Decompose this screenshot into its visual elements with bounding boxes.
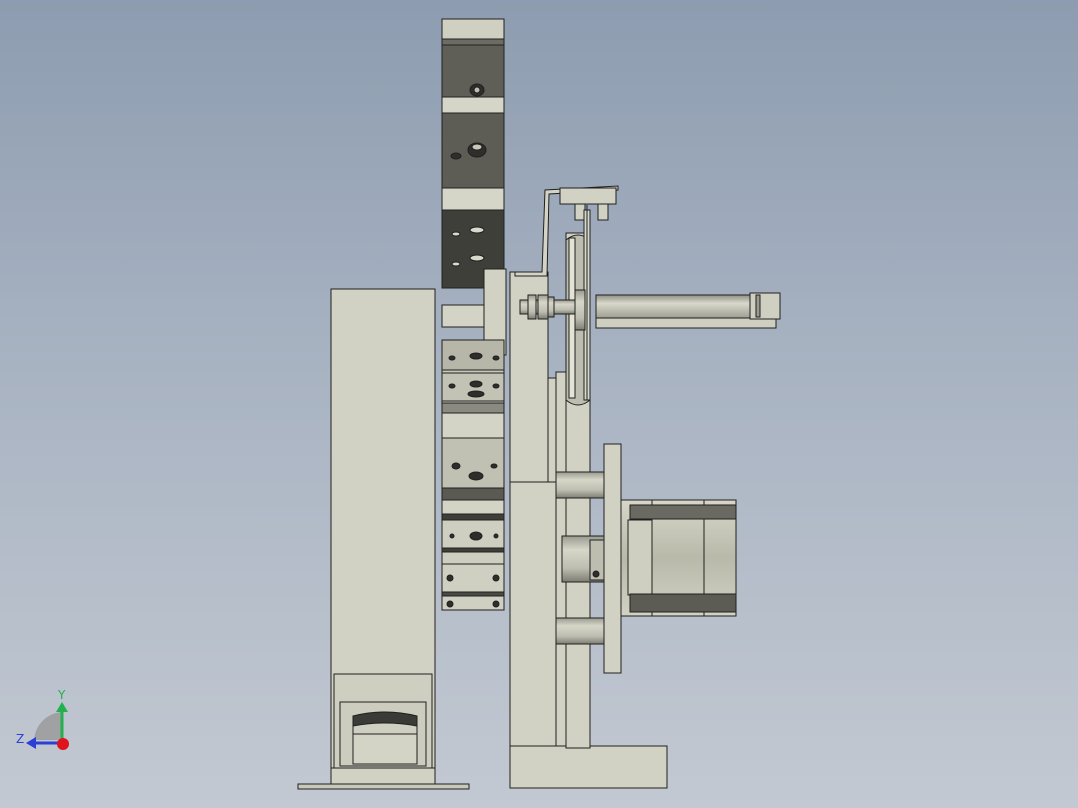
origin-dot [57,738,69,750]
coordinate-triad [26,702,69,750]
triad-z-label: Z [16,732,25,746]
cad-viewport[interactable]: Y Z [0,0,1078,808]
air-cylinder [595,292,781,329]
motor-flange [603,443,622,674]
vertical-slide-module [441,18,507,611]
assembly-drawing [26,18,781,790]
triad-y-label: Y [58,688,66,702]
